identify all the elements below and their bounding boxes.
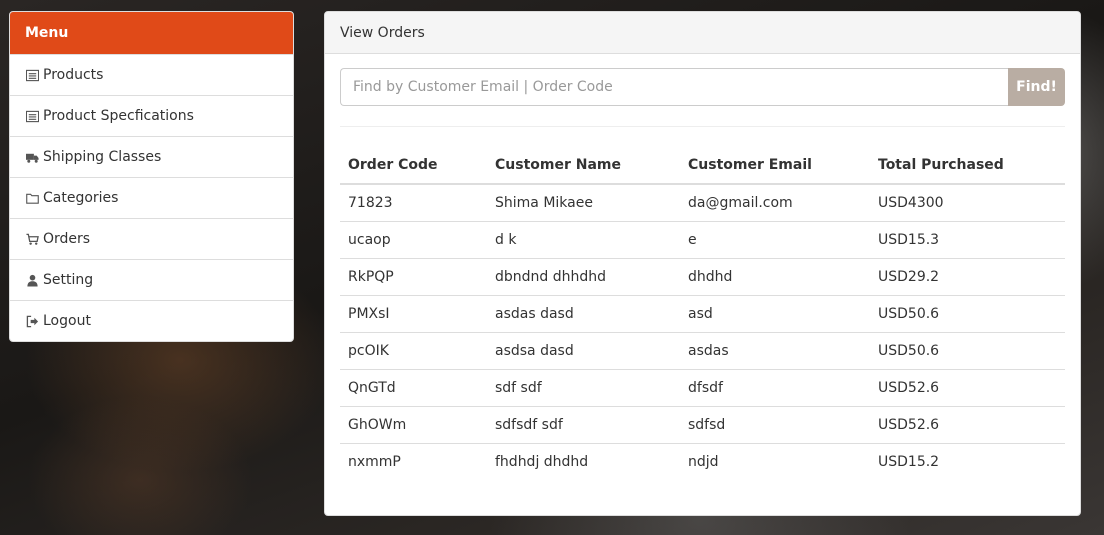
customer-email-cell: e — [680, 220, 870, 258]
panel-title: View Orders — [325, 12, 1080, 54]
table-row[interactable]: RkPQP dbndnd dhhdhd dhdhd USD29.2 — [340, 257, 1065, 295]
total-purchased-cell: USD15.3 — [870, 220, 1065, 258]
column-header-order-code: Order Code — [340, 146, 487, 185]
list-icon — [25, 109, 40, 123]
order-code-cell: PMXsI — [340, 294, 487, 332]
table-row[interactable]: nxmmP fhdhdj dhdhd ndjd USD15.2 — [340, 442, 1065, 480]
customer-email-cell: dhdhd — [680, 257, 870, 295]
column-header-customer-name: Customer Name — [487, 146, 680, 185]
sign-out-icon — [25, 314, 40, 328]
sidebar-menu: Menu Products Product Specfications Ship… — [9, 11, 294, 342]
customer-email-cell: sdfsd — [680, 405, 870, 443]
user-icon — [25, 273, 40, 287]
sidebar-item-label: Logout — [43, 313, 91, 329]
table-row[interactable]: 71823 Shima Mikaee da@gmail.com USD4300 — [340, 184, 1065, 221]
sidebar-item-setting[interactable]: Setting — [10, 259, 293, 300]
customer-name-cell: asdsa dasd — [487, 331, 680, 369]
order-code-cell: RkPQP — [340, 257, 487, 295]
search-input[interactable] — [340, 68, 1008, 106]
customer-name-cell: sdfsdf sdf — [487, 405, 680, 443]
sidebar-item-label: Shipping Classes — [43, 149, 162, 165]
folder-icon — [25, 191, 40, 205]
sidebar-item-products[interactable]: Products — [10, 54, 293, 95]
sidebar-title: Menu — [10, 12, 293, 54]
sidebar-item-categories[interactable]: Categories — [10, 177, 293, 218]
customer-name-cell: fhdhdj dhdhd — [487, 442, 680, 480]
order-code-cell: QnGTd — [340, 368, 487, 406]
column-header-customer-email: Customer Email — [680, 146, 870, 185]
sidebar-item-label: Categories — [43, 190, 119, 206]
view-orders-panel: View Orders Find! Order Code Customer Na… — [324, 11, 1081, 516]
sidebar-item-product-specifications[interactable]: Product Specfications — [10, 95, 293, 136]
sidebar-item-orders[interactable]: Orders — [10, 218, 293, 259]
customer-email-cell: asd — [680, 294, 870, 332]
order-code-cell: pcOIK — [340, 331, 487, 369]
order-code-cell: GhOWm — [340, 405, 487, 443]
table-row[interactable]: QnGTd sdf sdf dfsdf USD52.6 — [340, 368, 1065, 406]
sidebar-item-shipping-classes[interactable]: Shipping Classes — [10, 136, 293, 177]
total-purchased-cell: USD50.6 — [870, 331, 1065, 369]
cart-icon — [25, 232, 40, 246]
sidebar-item-label: Setting — [43, 272, 94, 288]
customer-email-cell: ndjd — [680, 442, 870, 480]
order-code-cell: 71823 — [348, 194, 393, 211]
total-purchased-cell: USD52.6 — [870, 405, 1065, 443]
find-button[interactable]: Find! — [1008, 68, 1065, 106]
customer-name-cell: asdas dasd — [487, 294, 680, 332]
customer-email-cell: da@gmail.com — [688, 194, 793, 211]
customer-name-cell: sdf sdf — [487, 368, 680, 406]
order-code-cell: ucaop — [340, 220, 487, 258]
sidebar-item-label: Products — [43, 67, 104, 83]
customer-email-cell: dfsdf — [680, 368, 870, 406]
table-row[interactable]: PMXsI asdas dasd asd USD50.6 — [340, 294, 1065, 332]
sidebar-item-logout[interactable]: Logout — [10, 300, 293, 341]
sidebar-item-label: Product Specfications — [43, 108, 194, 124]
column-header-total-purchased: Total Purchased — [870, 146, 1065, 185]
sidebar-item-label: Orders — [43, 231, 91, 247]
customer-name-cell: Shima Mikaee — [495, 194, 593, 211]
customer-email-cell: asdas — [680, 331, 870, 369]
table-row[interactable]: GhOWm sdfsdf sdf sdfsd USD52.6 — [340, 405, 1065, 443]
total-purchased-cell: USD4300 — [878, 194, 944, 211]
table-header-row: Order Code Customer Name Customer Email … — [340, 146, 1065, 185]
table-row[interactable]: pcOIK asdsa dasd asdas USD50.6 — [340, 331, 1065, 369]
customer-name-cell: d k — [487, 220, 680, 258]
total-purchased-cell: USD52.6 — [870, 368, 1065, 406]
order-code-cell: nxmmP — [340, 442, 487, 480]
total-purchased-cell: USD50.6 — [870, 294, 1065, 332]
table-row[interactable]: ucaop d k e USD15.3 — [340, 220, 1065, 258]
total-purchased-cell: USD29.2 — [870, 257, 1065, 295]
list-icon — [25, 68, 40, 82]
total-purchased-cell: USD15.2 — [870, 442, 1065, 480]
divider — [340, 126, 1065, 127]
orders-table: Order Code Customer Name Customer Email … — [340, 146, 1065, 480]
search-bar: Find! — [340, 68, 1065, 106]
customer-name-cell: dbndnd dhhdhd — [487, 257, 680, 295]
truck-icon — [25, 150, 40, 164]
